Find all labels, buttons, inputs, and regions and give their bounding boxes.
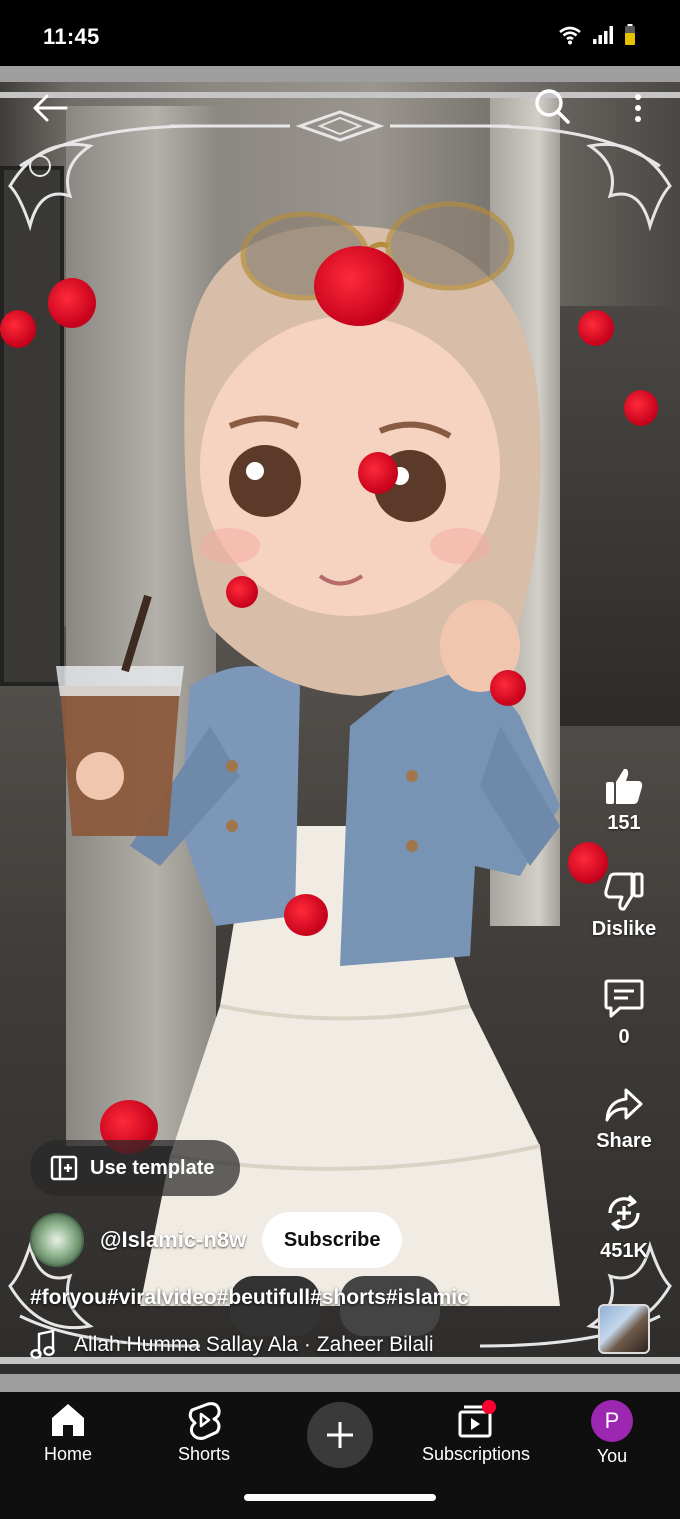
notification-dot <box>482 1400 496 1414</box>
ornament-top-center <box>170 110 510 142</box>
share-button[interactable]: Share <box>584 1086 664 1153</box>
subscribe-button[interactable]: Subscribe <box>262 1212 403 1268</box>
video-hashtags[interactable]: #foryou#viralvideo#beutifull#shorts#isla… <box>30 1286 469 1310</box>
rose-petal <box>0 310 36 348</box>
comment-count: 0 <box>618 1026 630 1048</box>
nav-shorts-label: Shorts <box>177 1444 231 1464</box>
remix-button[interactable]: 451K <box>584 1192 664 1263</box>
decorative-frame-top <box>0 66 680 82</box>
status-icons <box>558 24 636 46</box>
avatar: P <box>591 1400 633 1442</box>
ornament-corner-top-right <box>480 124 672 232</box>
music-row[interactable]: Allah Humma Sallay Ala · Zaheer Bilali <box>30 1330 433 1360</box>
dislike-label: Dislike <box>591 918 657 940</box>
nav-you[interactable]: P You <box>544 1400 680 1467</box>
home-indicator[interactable] <box>244 1494 436 1501</box>
more-vert-icon <box>635 94 641 122</box>
rose-petal <box>578 310 614 346</box>
channel-row: @Islamic-n8w Subscribe <box>30 1210 403 1270</box>
search-button[interactable] <box>532 86 572 126</box>
thumb-up-icon <box>606 768 643 804</box>
rose-petal <box>314 246 404 326</box>
battery-icon <box>625 24 635 45</box>
more-options-button[interactable] <box>618 88 658 128</box>
dislike-button[interactable]: Dislike <box>584 872 664 941</box>
rose-petal <box>358 452 398 494</box>
remix-count: 451K <box>600 1240 648 1262</box>
comments-button[interactable]: 0 <box>584 978 664 1049</box>
rose-petal <box>284 894 328 936</box>
channel-avatar[interactable] <box>30 1213 84 1267</box>
arrow-left-icon <box>33 94 68 122</box>
rose-petal <box>48 278 96 328</box>
nav-home-label: Home <box>43 1444 92 1464</box>
thumb-down-icon <box>604 872 644 911</box>
music-note-icon <box>30 1330 55 1360</box>
search-icon <box>535 89 570 124</box>
nav-you-label: You <box>596 1446 628 1466</box>
nav-subscriptions[interactable]: Subscriptions <box>408 1400 544 1465</box>
like-count: 151 <box>607 812 641 834</box>
template-icon <box>50 1155 78 1181</box>
nav-home[interactable]: Home <box>0 1400 136 1465</box>
decorative-frame-bottom <box>0 1374 680 1392</box>
channel-name[interactable]: @Islamic-n8w <box>100 1227 246 1253</box>
share-icon <box>605 1088 643 1122</box>
subscriptions-icon <box>458 1400 496 1438</box>
share-label: Share <box>596 1130 652 1152</box>
use-template-button[interactable]: Use template <box>30 1140 240 1196</box>
music-thumbnail[interactable] <box>598 1304 650 1354</box>
shorts-icon <box>188 1402 221 1440</box>
create-button[interactable] <box>307 1402 373 1468</box>
like-button[interactable]: 151 <box>584 766 664 835</box>
nav-subscriptions-label: Subscriptions <box>421 1444 531 1464</box>
wifi-icon <box>559 26 581 45</box>
home-icon <box>52 1404 84 1436</box>
music-title: Allah Humma Sallay Ala · Zaheer Bilali <box>74 1333 434 1356</box>
rose-petal <box>226 576 258 608</box>
comment-icon <box>604 979 644 1018</box>
status-time: 11:45 <box>43 24 100 49</box>
plus-icon <box>327 1422 353 1448</box>
remix-icon <box>608 1194 640 1232</box>
signal-icon <box>593 26 613 44</box>
decorative-frame-line <box>0 92 680 98</box>
rose-petal <box>624 390 658 426</box>
status-bar: 11:45 <box>0 0 680 66</box>
back-button[interactable] <box>30 88 70 128</box>
nav-shorts[interactable]: Shorts <box>136 1400 272 1465</box>
rose-petal <box>490 670 526 706</box>
use-template-label: Use template <box>90 1156 215 1179</box>
